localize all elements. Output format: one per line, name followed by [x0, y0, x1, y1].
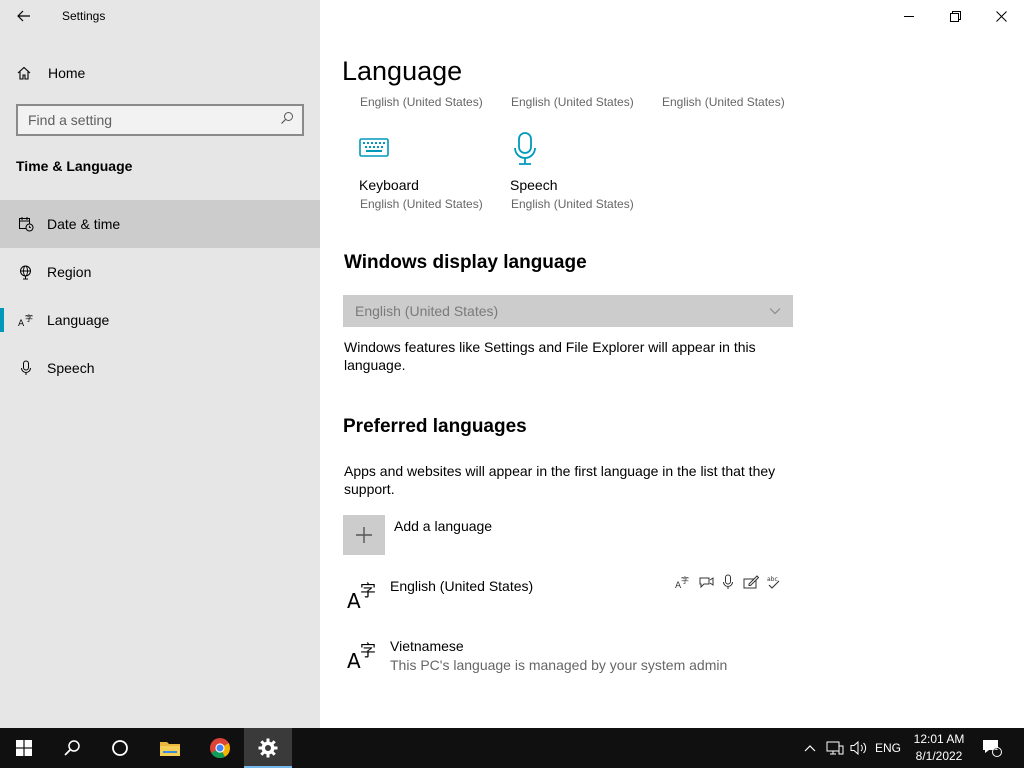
chrome-icon	[210, 738, 231, 759]
svg-text:A: A	[347, 589, 361, 610]
close-icon	[995, 10, 1007, 22]
volume-button[interactable]	[848, 728, 870, 768]
speaker-icon	[850, 740, 867, 756]
sidebar-item-label: Language	[47, 312, 110, 328]
input-language-label: ENG	[874, 741, 901, 755]
text-to-speech-feature-icon	[697, 573, 715, 591]
display-language-value: English (United States)	[355, 303, 499, 319]
keyboard-tile-sublabel: English (United States)	[360, 197, 483, 211]
language-name: English (United States)	[390, 578, 534, 594]
selection-indicator	[0, 308, 4, 332]
spell-check-feature-icon: abc	[765, 573, 783, 591]
keyboard-tile-label: Keyboard	[359, 177, 419, 193]
display-language-description: Windows features like Settings and File …	[344, 339, 756, 373]
input-language-button[interactable]: ENG	[872, 728, 904, 768]
svg-text:字: 字	[25, 313, 33, 323]
globe-icon	[16, 264, 36, 280]
language-name: Vietnamese	[390, 638, 464, 654]
notification-count: 1	[993, 743, 999, 752]
sidebar-item-label: Date & time	[47, 216, 121, 232]
sidebar-item-speech[interactable]: Speech	[0, 344, 320, 392]
restore-button[interactable]	[932, 0, 978, 32]
preferred-languages-heading: Preferred languages	[343, 416, 527, 437]
action-center-button[interactable]: 1	[980, 728, 1004, 768]
sidebar-item-language[interactable]: A字 Language	[0, 296, 320, 344]
sidebar: Settings Home Time & Language Date & tim…	[0, 0, 320, 728]
display-language-dropdown[interactable]: English (United States)	[343, 295, 793, 327]
taskbar: ENG 12:01 AM 8/1/2022 1	[0, 728, 1024, 768]
clock-calendar-icon	[16, 216, 36, 232]
chevron-down-icon	[769, 302, 781, 320]
speech-tile-label: Speech	[510, 177, 558, 193]
svg-text:abc: abc	[767, 576, 778, 583]
home-icon	[16, 65, 36, 81]
nav-home-label: Home	[48, 65, 86, 81]
tile-sublabel: English (United States)	[511, 95, 634, 109]
folder-icon	[160, 742, 180, 756]
minimize-icon	[904, 16, 914, 17]
minimize-button[interactable]	[886, 0, 932, 32]
preferred-languages-description: Apps and websites will appear in the fir…	[344, 463, 776, 497]
gear-icon	[258, 738, 278, 758]
restore-icon	[949, 10, 961, 22]
network-icon	[826, 741, 844, 755]
svg-text:A: A	[18, 319, 25, 328]
microphone-icon	[512, 132, 538, 171]
file-explorer-button[interactable]	[146, 728, 194, 768]
back-button[interactable]	[10, 4, 38, 28]
speech-tile-sublabel: English (United States)	[511, 197, 634, 211]
start-button[interactable]	[0, 728, 48, 768]
chevron-up-icon	[804, 745, 816, 752]
plus-icon	[356, 527, 372, 543]
add-language-button[interactable]	[343, 515, 385, 555]
chrome-button[interactable]	[196, 728, 244, 768]
svg-text:字: 字	[360, 641, 376, 660]
sidebar-item-region[interactable]: Region	[0, 248, 320, 296]
search-input[interactable]	[28, 112, 268, 128]
sidebar-item-label: Region	[47, 264, 92, 280]
search-taskbar-button[interactable]	[48, 728, 96, 768]
display-language-heading: Windows display language	[344, 252, 587, 273]
language-glyph-icon: A字	[347, 640, 379, 674]
sidebar-item-label: Speech	[47, 360, 95, 376]
nav-home[interactable]: Home	[0, 58, 320, 88]
sidebar-item-date-time[interactable]: Date & time	[0, 200, 320, 248]
back-arrow-icon	[17, 10, 30, 22]
display-language-feature-icon: A字	[674, 573, 692, 591]
show-hidden-icons-button[interactable]	[800, 728, 820, 768]
windows-logo-icon	[16, 740, 32, 756]
microphone-icon	[16, 360, 36, 376]
clock-button[interactable]: 12:01 AM 8/1/2022	[906, 731, 972, 765]
language-glyph-icon: A字	[347, 580, 379, 614]
search-box[interactable]	[16, 104, 304, 136]
speech-recognition-feature-icon	[719, 573, 737, 591]
handwriting-feature-icon	[742, 573, 760, 591]
tile-sublabel: English (United States)	[360, 95, 483, 109]
add-language-label[interactable]: Add a language	[394, 518, 492, 534]
keyboard-icon	[359, 137, 389, 164]
clock-time: 12:01 AM	[913, 732, 965, 746]
svg-text:字: 字	[360, 581, 376, 600]
search-icon[interactable]	[280, 111, 294, 130]
task-view-button[interactable]	[96, 728, 144, 768]
cortana-circle-icon	[112, 740, 128, 756]
tile-sublabel: English (United States)	[662, 95, 785, 109]
page-title: Language	[342, 56, 463, 86]
language-icon: A字	[16, 312, 36, 328]
close-button[interactable]	[978, 0, 1024, 32]
app-title: Settings	[62, 9, 106, 23]
svg-text:A: A	[347, 649, 361, 670]
network-button[interactable]	[824, 728, 846, 768]
svg-text:字: 字	[681, 575, 689, 585]
clock-date: 8/1/2022	[915, 749, 963, 763]
language-managed-note: This PC's language is managed by your sy…	[390, 657, 728, 673]
settings-taskbar-button[interactable]	[244, 728, 292, 768]
section-title: Time & Language	[16, 158, 133, 174]
search-icon	[64, 740, 80, 756]
